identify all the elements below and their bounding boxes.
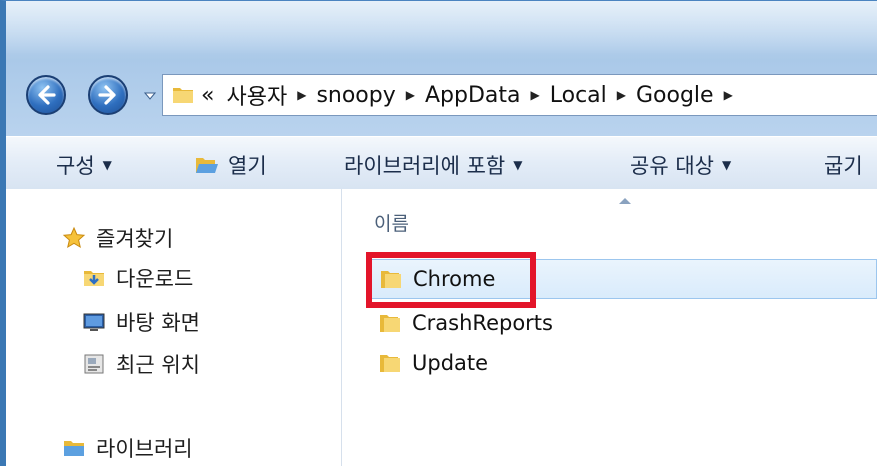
breadcrumb-users[interactable]: 사용자 xyxy=(220,79,293,111)
nav-item-libraries[interactable]: 라이브러리 xyxy=(62,433,193,463)
recent-places-icon xyxy=(84,354,104,374)
include-in-library-menu[interactable]: 라이브러리에 포함 ▼ xyxy=(344,150,522,180)
breadcrumb-separator-icon[interactable]: ▶ xyxy=(402,88,419,102)
command-toolbar: 구성 ▼ 열기 라이브러리에 포함 ▼ 공유 대상 ▼ 굽기 xyxy=(6,136,877,190)
breadcrumb-overflow[interactable]: « xyxy=(195,83,220,108)
arrow-right-icon xyxy=(98,85,116,105)
folder-icon xyxy=(173,88,193,103)
folder-icon xyxy=(380,355,400,372)
file-row-update[interactable]: Update xyxy=(370,343,877,383)
burn-label: 굽기 xyxy=(824,154,863,178)
back-button[interactable] xyxy=(26,75,66,115)
share-with-menu[interactable]: 공유 대상 ▼ xyxy=(630,150,731,180)
dropdown-arrow-icon: ▼ xyxy=(721,158,732,172)
column-header-name[interactable]: 이름 xyxy=(374,209,409,236)
organize-menu[interactable]: 구성 ▼ xyxy=(56,150,112,180)
sort-ascending-icon xyxy=(619,198,631,204)
desktop-icon xyxy=(83,313,105,331)
downloads-folder-icon xyxy=(84,271,104,286)
breadcrumb-local[interactable]: Local xyxy=(544,83,613,108)
burn-button[interactable]: 굽기 xyxy=(824,150,863,180)
open-label: 열기 xyxy=(228,154,267,178)
nav-label-recent-places: 최근 위치 xyxy=(116,353,200,377)
share-with-label: 공유 대상 xyxy=(630,154,714,178)
breadcrumb-google[interactable]: Google xyxy=(630,83,720,108)
file-list: 이름 Chrome CrashReports Update xyxy=(342,189,877,466)
nav-item-downloads[interactable]: 다운로드 xyxy=(82,263,193,293)
arrow-left-icon xyxy=(38,85,56,105)
nav-label-downloads: 다운로드 xyxy=(116,267,194,291)
libraries-icon xyxy=(64,441,84,456)
folder-icon xyxy=(380,315,400,332)
file-name-update: Update xyxy=(412,351,489,375)
star-icon xyxy=(62,226,86,249)
include-in-library-label: 라이브러리에 포함 xyxy=(344,154,506,178)
dropdown-arrow-icon: ▼ xyxy=(102,158,112,172)
navigation-pane: 즐겨찾기 다운로드 바탕 화면 최근 위치 라이브러리 xyxy=(6,189,342,466)
forward-button[interactable] xyxy=(88,75,128,115)
breadcrumb-separator-icon[interactable]: ▶ xyxy=(613,88,630,102)
dropdown-arrow-icon: ▼ xyxy=(513,158,523,172)
recent-pages-dropdown-icon[interactable] xyxy=(144,90,156,102)
organize-label: 구성 xyxy=(56,154,95,178)
nav-item-recent-places[interactable]: 최근 위치 xyxy=(82,349,200,379)
breadcrumb-separator-icon[interactable]: ▶ xyxy=(527,88,544,102)
breadcrumb-appdata[interactable]: AppData xyxy=(419,83,527,108)
file-row-crashreports[interactable]: CrashReports xyxy=(370,303,877,343)
open-button[interactable]: 열기 xyxy=(194,150,267,180)
file-name-crashreports: CrashReports xyxy=(412,311,553,335)
breadcrumb-separator-icon[interactable]: ▶ xyxy=(720,88,737,102)
nav-item-favorites[interactable]: 즐겨찾기 xyxy=(62,223,173,253)
nav-label-desktop: 바탕 화면 xyxy=(116,311,200,335)
nav-item-desktop[interactable]: 바탕 화면 xyxy=(82,307,200,337)
nav-label-favorites: 즐겨찾기 xyxy=(96,227,174,251)
breadcrumb-snoopy[interactable]: snoopy xyxy=(310,83,401,108)
breadcrumb-separator-icon[interactable]: ▶ xyxy=(293,88,310,102)
open-folder-icon xyxy=(196,158,218,173)
address-bar[interactable]: « 사용자 ▶ snoopy ▶ AppData ▶ Local ▶ Googl… xyxy=(162,74,877,116)
nav-label-libraries: 라이브러리 xyxy=(96,437,193,461)
annotation-highlight-box xyxy=(366,252,536,308)
